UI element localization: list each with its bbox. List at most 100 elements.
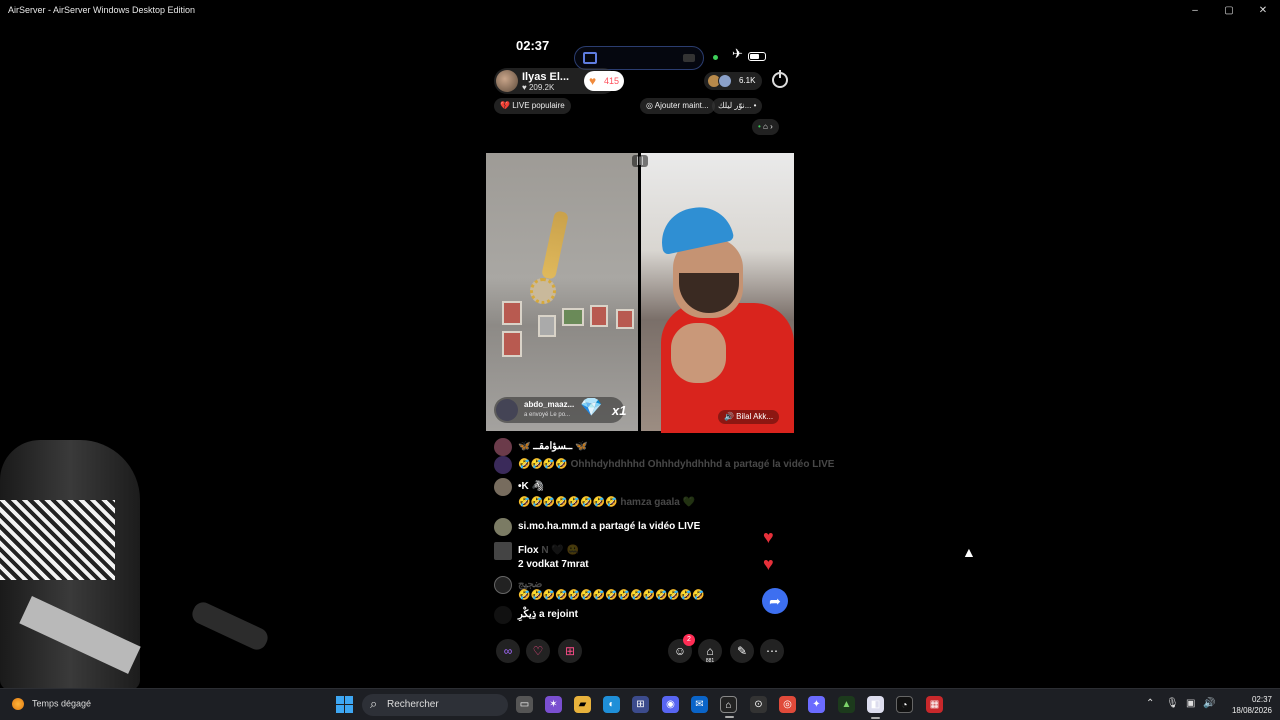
- heart-icon: ♥: [763, 554, 774, 574]
- arabic-pill[interactable]: نوّر ليلك... •: [712, 98, 763, 114]
- gift-notification: abdo_maaz... a envoyé Le po... 💎 x1: [494, 397, 627, 423]
- mail-icon[interactable]: ✉: [691, 696, 708, 713]
- window-controls: – ▢ ✕: [1178, 0, 1280, 21]
- chrome-icon[interactable]: ◎: [779, 696, 796, 713]
- phone-status-bar: 02:37 ✈: [486, 36, 794, 70]
- sun-mirror: [530, 278, 556, 304]
- chat-icon: ☺: [673, 644, 687, 658]
- gift-multiplier: x1: [612, 403, 627, 418]
- chat-message: 🤣🤣🤣🤣🤣🤣🤣🤣 hamza gaala 💚: [518, 497, 696, 508]
- camera-indicator-icon: [713, 55, 718, 60]
- weather-widget[interactable]: Temps dégagé: [12, 698, 91, 710]
- share-button[interactable]: ➦: [762, 588, 788, 614]
- viewers-button[interactable]: ⌂ 881: [698, 639, 722, 664]
- obs-icon[interactable]: ⊙: [750, 696, 767, 713]
- start-button[interactable]: [336, 696, 353, 713]
- comments-button[interactable]: ☺ 2: [668, 634, 695, 663]
- apps-icon[interactable]: ⊞: [558, 639, 582, 663]
- edit-icon[interactable]: ✎: [730, 639, 754, 663]
- chat-message: si.mo.ha.mm.d a partagé la vidéo LIVE: [494, 518, 754, 536]
- link-icon[interactable]: ∞: [496, 639, 520, 663]
- airserver-icon[interactable]: ⌂: [720, 696, 737, 718]
- circle-icon: ◎: [646, 101, 653, 110]
- tray-chevron-icon[interactable]: ⌃: [1146, 698, 1154, 709]
- microphone-icon[interactable]: 🎙: [1166, 698, 1179, 709]
- host-info[interactable]: Ilyas El... ♥ 209.2K ♥ 415: [494, 68, 624, 94]
- webcam-chair-image: [0, 440, 271, 690]
- mirrored-phone-screen: 02:37 ✈ Ilyas El... ♥ 209.2K ♥ 415 6.1K 💔…: [486, 22, 834, 688]
- chat-message: 🤣🤣🤣🤣 Ohhhdyhdhhhd Ohhhdyhdhhhd a partagé…: [494, 456, 834, 474]
- more-icon[interactable]: ⋯: [760, 639, 784, 663]
- network-icon[interactable]: ▣: [1186, 698, 1195, 709]
- notification-badge: 2: [683, 634, 695, 646]
- mouse-cursor-icon: ▲: [962, 544, 976, 560]
- host-video[interactable]: [486, 153, 638, 431]
- discord-icon[interactable]: ◉: [662, 696, 679, 713]
- app-icon[interactable]: ▦: [926, 696, 943, 713]
- dynamic-island: [574, 46, 704, 70]
- power-icon[interactable]: [772, 70, 788, 88]
- task-view-icon[interactable]: ▭: [516, 696, 533, 713]
- window-title-bar: AirServer - AirServer Windows Desktop Ed…: [0, 0, 1280, 21]
- sun-icon: [12, 698, 24, 710]
- chat-avatar: [494, 576, 512, 594]
- chat-avatar: [494, 518, 512, 536]
- edge-icon[interactable]: ◐: [603, 696, 620, 713]
- maximize-button[interactable]: ▢: [1212, 0, 1246, 21]
- window-title: AirServer - AirServer Windows Desktop Ed…: [8, 5, 196, 15]
- host-name: Ilyas El...: [522, 71, 570, 83]
- file-explorer-icon[interactable]: ▰: [574, 696, 591, 713]
- taskbar: Temps dégagé Rechercher ▭ ✶ ▰ ◐ ⊞ ◉ ✉ ⌂ …: [0, 688, 1280, 720]
- app-icon[interactable]: ◧: [867, 696, 884, 719]
- search-box[interactable]: Rechercher: [362, 693, 508, 716]
- layout-icon[interactable]: |||: [632, 155, 648, 167]
- live-popular-pill[interactable]: 💔 LIVE populaire: [494, 98, 571, 114]
- wall-frame: [538, 315, 556, 337]
- minimize-button[interactable]: –: [1178, 0, 1212, 21]
- viewer-avatar: [718, 74, 732, 88]
- wall-frame: [502, 331, 522, 357]
- volume-icon[interactable]: 🔊: [1203, 698, 1215, 709]
- gift-sender-avatar: [496, 399, 518, 421]
- wall-frame: [590, 305, 608, 327]
- add-button[interactable]: ◎ Ajouter maint...: [640, 98, 715, 114]
- host-gift-badge[interactable]: ♥ 415: [584, 71, 624, 91]
- system-clock[interactable]: 02:37 18/08/2026: [1222, 694, 1272, 716]
- steam-icon[interactable]: ◔: [896, 696, 913, 713]
- screen-mirror-icon: [583, 52, 597, 64]
- close-button[interactable]: ✕: [1246, 0, 1280, 21]
- viewer-count[interactable]: 6.1K: [704, 72, 762, 90]
- wall-frame: [562, 308, 584, 326]
- chat-avatar: [494, 456, 512, 474]
- shop-icon: ⌂: [706, 644, 714, 658]
- wall-frame: [616, 309, 634, 329]
- live-battle-video[interactable]: ||| abdo_maaz... a envoyé Le po... 💎 x1 …: [486, 153, 794, 433]
- gift-text: a envoyé Le po...: [524, 412, 571, 418]
- guest-name-tag[interactable]: 🔊 Bilal Akk...: [718, 410, 780, 424]
- battle-icon[interactable]: ♡: [526, 639, 550, 663]
- battery-icon: [748, 52, 766, 61]
- chat-message: ذِيكْرِ a rejoint: [494, 606, 754, 624]
- store-icon[interactable]: ⊞: [632, 696, 649, 713]
- chat-message: 2 vodkat 7mrat: [518, 559, 589, 570]
- chat-message: ضجيج 🤣🤣🤣🤣🤣🤣🤣🤣🤣🤣🤣🤣🤣🤣🤣: [494, 576, 754, 601]
- home-icon: ⌂: [763, 122, 768, 131]
- broken-heart-icon: 💔: [500, 101, 510, 110]
- host-likes: ♥ 209.2K: [522, 83, 555, 92]
- chat-message: 🦋 ــسؤامقــ 🦋: [494, 438, 754, 456]
- guest-video[interactable]: [641, 153, 794, 433]
- live-chat: 🦋 ــسؤامقــ 🦋 🤣🤣🤣🤣 Ohhhdyhdhhhd Ohhhdyhd…: [494, 436, 834, 626]
- wall-frame: [502, 301, 522, 325]
- chat-avatar: [494, 438, 512, 456]
- diamond-icon: 💎: [580, 397, 603, 417]
- island-indicator: [683, 54, 695, 62]
- chat-avatar: [494, 606, 512, 624]
- heart-icon: ♥: [763, 527, 774, 547]
- explore-pill[interactable]: • ⌂ ›: [752, 119, 779, 135]
- copilot-icon[interactable]: ✶: [545, 696, 562, 713]
- gift-sender: abdo_maaz...: [524, 400, 575, 409]
- host-avatar[interactable]: [496, 70, 518, 92]
- chevron-right-icon: ›: [770, 122, 773, 131]
- gamepad-icon[interactable]: ✦: [808, 696, 825, 713]
- app-icon[interactable]: ▲: [838, 696, 855, 713]
